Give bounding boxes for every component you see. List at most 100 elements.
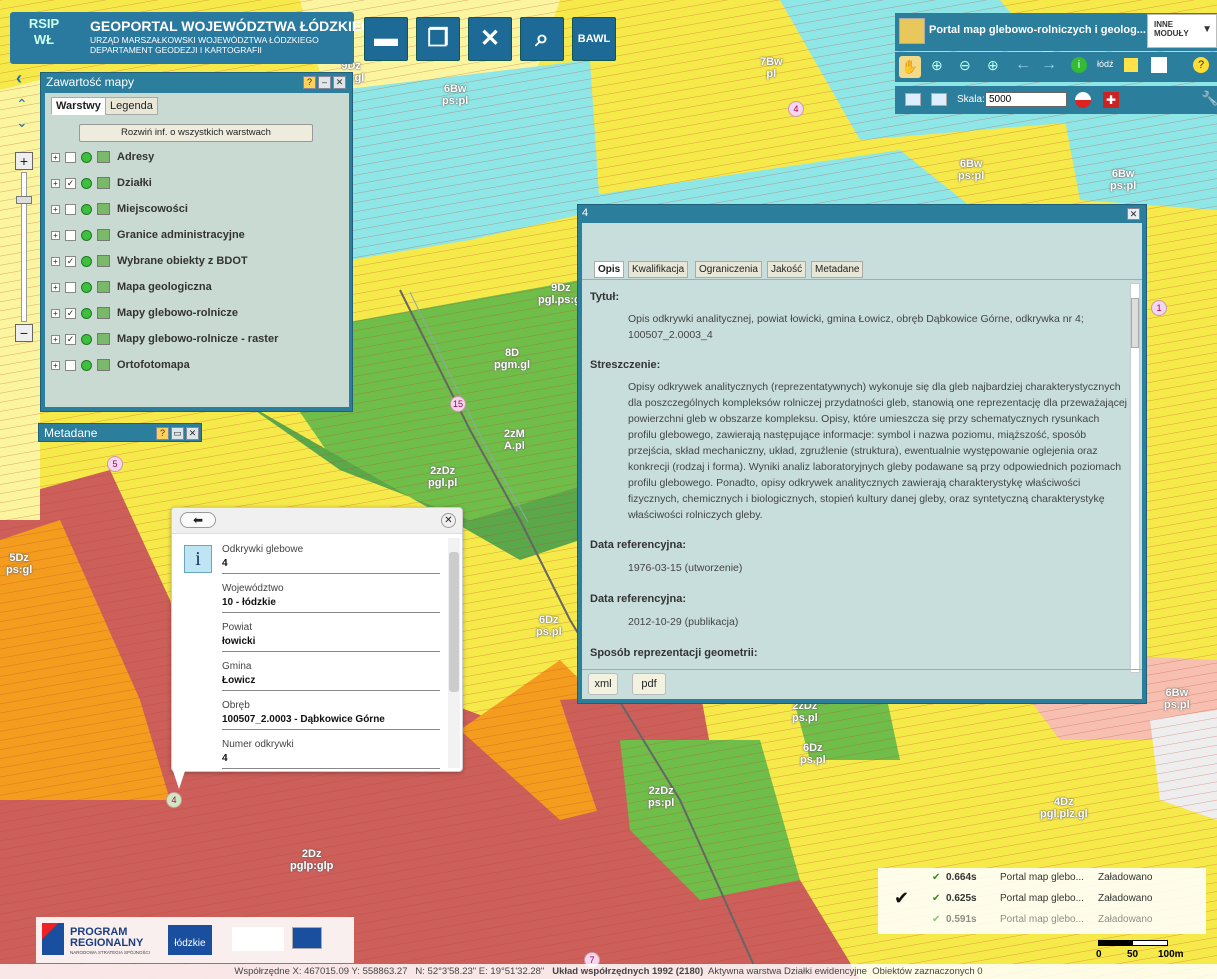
layer-checkbox[interactable]: ✓: [65, 178, 76, 189]
other-modules-dropdown[interactable]: INNE MODUŁY ▼: [1147, 14, 1217, 48]
back-arrow-icon[interactable]: ←: [1015, 56, 1031, 74]
pdf-button[interactable]: pdf: [632, 673, 666, 695]
expand-icon[interactable]: +: [51, 361, 60, 370]
map-point[interactable]: 4: [788, 101, 804, 117]
close-button[interactable]: ✕: [186, 427, 199, 440]
expand-icon[interactable]: +: [51, 283, 60, 292]
expand-icon[interactable]: +: [51, 231, 60, 240]
scale-input[interactable]: [985, 92, 1067, 107]
wrench-icon[interactable]: 🔧: [1201, 90, 1217, 107]
forward-arrow-icon[interactable]: →: [1041, 56, 1057, 74]
eu-fund-text-logo: [232, 927, 284, 951]
load-status: Załadowano: [1098, 872, 1153, 883]
section-heading: Streszczenie:: [590, 359, 661, 371]
folder-icon[interactable]: ▬: [364, 17, 408, 61]
expand-all-button[interactable]: Rozwiń inf. o wszystkich warstwach: [79, 124, 313, 142]
back-arrow-icon[interactable]: ⬅: [180, 512, 216, 528]
expand-icon[interactable]: +: [51, 257, 60, 266]
tab-metadane[interactable]: Metadane: [811, 261, 864, 278]
minimize-button[interactable]: –: [318, 76, 331, 89]
zoom-slider[interactable]: [21, 172, 27, 322]
zoom-out-button[interactable]: −: [15, 324, 33, 342]
zoom-in-icon[interactable]: ⊕: [931, 57, 943, 74]
layer-checkbox[interactable]: [65, 204, 76, 215]
expand-icon[interactable]: +: [51, 153, 60, 162]
expand-icon[interactable]: +: [51, 205, 60, 214]
layer-checkbox[interactable]: ✓: [65, 256, 76, 267]
tab-legenda[interactable]: Legenda: [105, 97, 158, 115]
bawl-button[interactable]: BAWL: [572, 17, 616, 61]
section-heading: Data referencyjna:: [590, 593, 686, 605]
layer-name: Działki: [117, 177, 152, 189]
tab-warstwy[interactable]: Warstwy: [51, 97, 106, 115]
layer-row[interactable]: + Ortofotomapa: [51, 357, 341, 377]
info-icon[interactable]: i: [1071, 57, 1087, 73]
field-value: 4: [222, 558, 228, 569]
layer-row[interactable]: + ✓ Mapy glebowo-rolnicze: [51, 305, 341, 325]
help-icon[interactable]: ?: [1193, 57, 1209, 73]
popup-scrollbar-thumb[interactable]: [449, 552, 459, 692]
layer-checkbox[interactable]: [65, 152, 76, 163]
layer-row[interactable]: + Adresy: [51, 149, 341, 169]
layer-checkbox[interactable]: [65, 360, 76, 371]
scale-icon[interactable]: [905, 93, 921, 106]
scalebar-label: 50: [1127, 949, 1139, 960]
layer-row[interactable]: + ✓ Mapy glebowo-rolnicze - raster: [51, 331, 341, 351]
layer-checkbox[interactable]: ✓: [65, 308, 76, 319]
layer-checkbox[interactable]: [65, 282, 76, 293]
tools-icon[interactable]: ✕: [468, 17, 512, 61]
english-flag-icon[interactable]: ✚: [1103, 92, 1119, 108]
layer-row[interactable]: + Granice administracyjne: [51, 227, 341, 247]
chevron-down-icon[interactable]: ⌄: [16, 114, 28, 131]
tab-ograniczenia[interactable]: Ograniczenia: [695, 261, 762, 278]
map-point[interactable]: 4: [166, 792, 182, 808]
layer-checkbox[interactable]: [65, 230, 76, 241]
lodz-icon[interactable]: łódź: [1097, 59, 1114, 69]
close-icon[interactable]: ✕: [441, 513, 456, 528]
layer-row[interactable]: + ✓ Wybrane obiekty z BDOT: [51, 253, 341, 273]
expand-icon[interactable]: +: [51, 309, 60, 318]
help-button[interactable]: ?: [156, 427, 169, 440]
popup-field: Obręb 100507_2.0003 - Dąbkowice Górne: [222, 700, 440, 730]
zoom-in-button[interactable]: +: [15, 152, 33, 170]
print-icon[interactable]: [1151, 57, 1167, 73]
bawl-icon[interactable]: [1124, 58, 1138, 72]
expand-icon[interactable]: +: [51, 335, 60, 344]
zoom-out-icon[interactable]: ⊖: [959, 57, 971, 74]
layer-row[interactable]: + Miejscowości: [51, 201, 341, 221]
tab-jakosc[interactable]: Jakość: [767, 261, 807, 278]
zoom-box-icon[interactable]: ⊕: [987, 57, 999, 74]
scale-icon[interactable]: [931, 93, 947, 106]
map-point[interactable]: 1: [1151, 300, 1167, 316]
zoom-slider-handle[interactable]: [16, 196, 32, 204]
layer-type-icon: [97, 281, 110, 293]
field-value: 100507_2.0003 - Dąbkowice Górne: [222, 714, 385, 725]
layer-row[interactable]: + ✓ Działki: [51, 175, 341, 195]
windows-icon[interactable]: ❐: [416, 17, 460, 61]
popup-header: ⬅ ✕: [172, 508, 462, 534]
restore-button[interactable]: ▭: [171, 427, 184, 440]
polish-flag-icon[interactable]: [1075, 92, 1091, 108]
close-button[interactable]: ✕: [333, 76, 346, 89]
help-button[interactable]: ?: [303, 76, 316, 89]
layer-type-icon: [97, 307, 110, 319]
pan-hand-icon[interactable]: ✋: [899, 56, 921, 78]
scalebar-label: 0: [1096, 949, 1102, 960]
close-icon[interactable]: ✕: [1127, 208, 1140, 220]
scrollbar-thumb[interactable]: [1131, 298, 1139, 348]
tab-kwalifikacja[interactable]: Kwalifikacja: [628, 261, 689, 278]
load-row: ✔ 0.664s Portal map glebo... Załadowano: [932, 872, 1202, 892]
layer-checkbox[interactable]: ✓: [65, 334, 76, 345]
search-icon[interactable]: ⌕: [520, 17, 564, 61]
layer-type-icon: [97, 255, 110, 267]
chevron-up-icon[interactable]: ⌃: [16, 96, 28, 113]
tab-opis[interactable]: Opis: [594, 261, 625, 278]
collapse-arrow-icon[interactable]: ‹: [16, 68, 22, 89]
map-point[interactable]: 15: [450, 396, 466, 412]
layer-type-icon: [97, 177, 110, 189]
map-point[interactable]: 5: [107, 456, 123, 472]
expand-icon[interactable]: +: [51, 179, 60, 188]
xml-button[interactable]: xml: [588, 673, 618, 695]
layer-row[interactable]: + Mapa geologiczna: [51, 279, 341, 299]
load-time: 0.591s: [946, 914, 977, 925]
